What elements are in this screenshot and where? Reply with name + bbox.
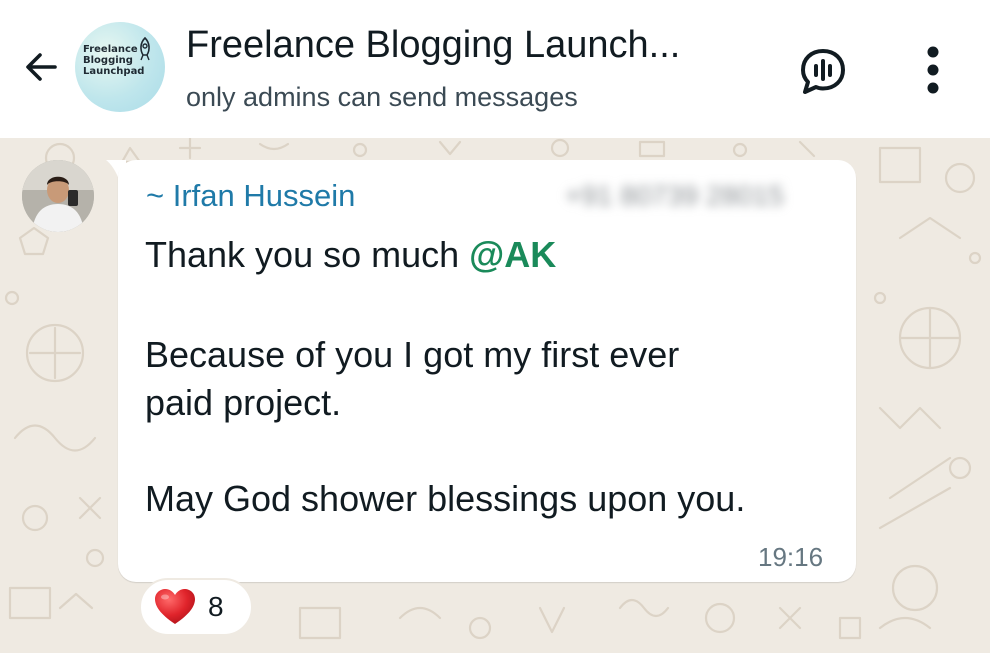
- voice-chat-icon: [801, 49, 845, 94]
- message-line-4: May God shower blessings upon you.: [145, 478, 746, 519]
- sender-name[interactable]: ~ Irfan Hussein: [146, 178, 355, 214]
- chat-header: Freelance Blogging Launchpad Freelance B…: [0, 0, 990, 138]
- message-line-2: Because of you I got my first ever: [145, 334, 680, 375]
- voice-chat-button[interactable]: [795, 44, 851, 100]
- message-time: 19:16: [758, 542, 824, 572]
- back-button[interactable]: [18, 44, 64, 90]
- sender-avatar[interactable]: [22, 160, 94, 232]
- message-line-3: paid project.: [145, 382, 342, 423]
- chat-subtitle: only admins can send messages: [186, 82, 578, 112]
- group-avatar[interactable]: Freelance Blogging Launchpad: [75, 22, 165, 112]
- group-logo: Freelance Blogging Launchpad: [83, 44, 145, 77]
- chat-title[interactable]: Freelance Blogging Launch...: [186, 24, 680, 67]
- sender-phone: +91 80739 28015: [565, 180, 784, 211]
- reaction-badge[interactable]: 8: [139, 578, 253, 636]
- message-line-1: Thank you so much @AK: [145, 234, 557, 275]
- heart-icon: [155, 589, 195, 624]
- mention-link[interactable]: @AK: [469, 234, 556, 275]
- reaction-count: 8: [208, 591, 224, 622]
- more-options-button[interactable]: [910, 42, 956, 98]
- rocket-icon: [140, 36, 150, 61]
- sender-photo: [22, 160, 94, 232]
- arrow-left-icon: [26, 53, 57, 81]
- more-vertical-icon: [927, 46, 939, 94]
